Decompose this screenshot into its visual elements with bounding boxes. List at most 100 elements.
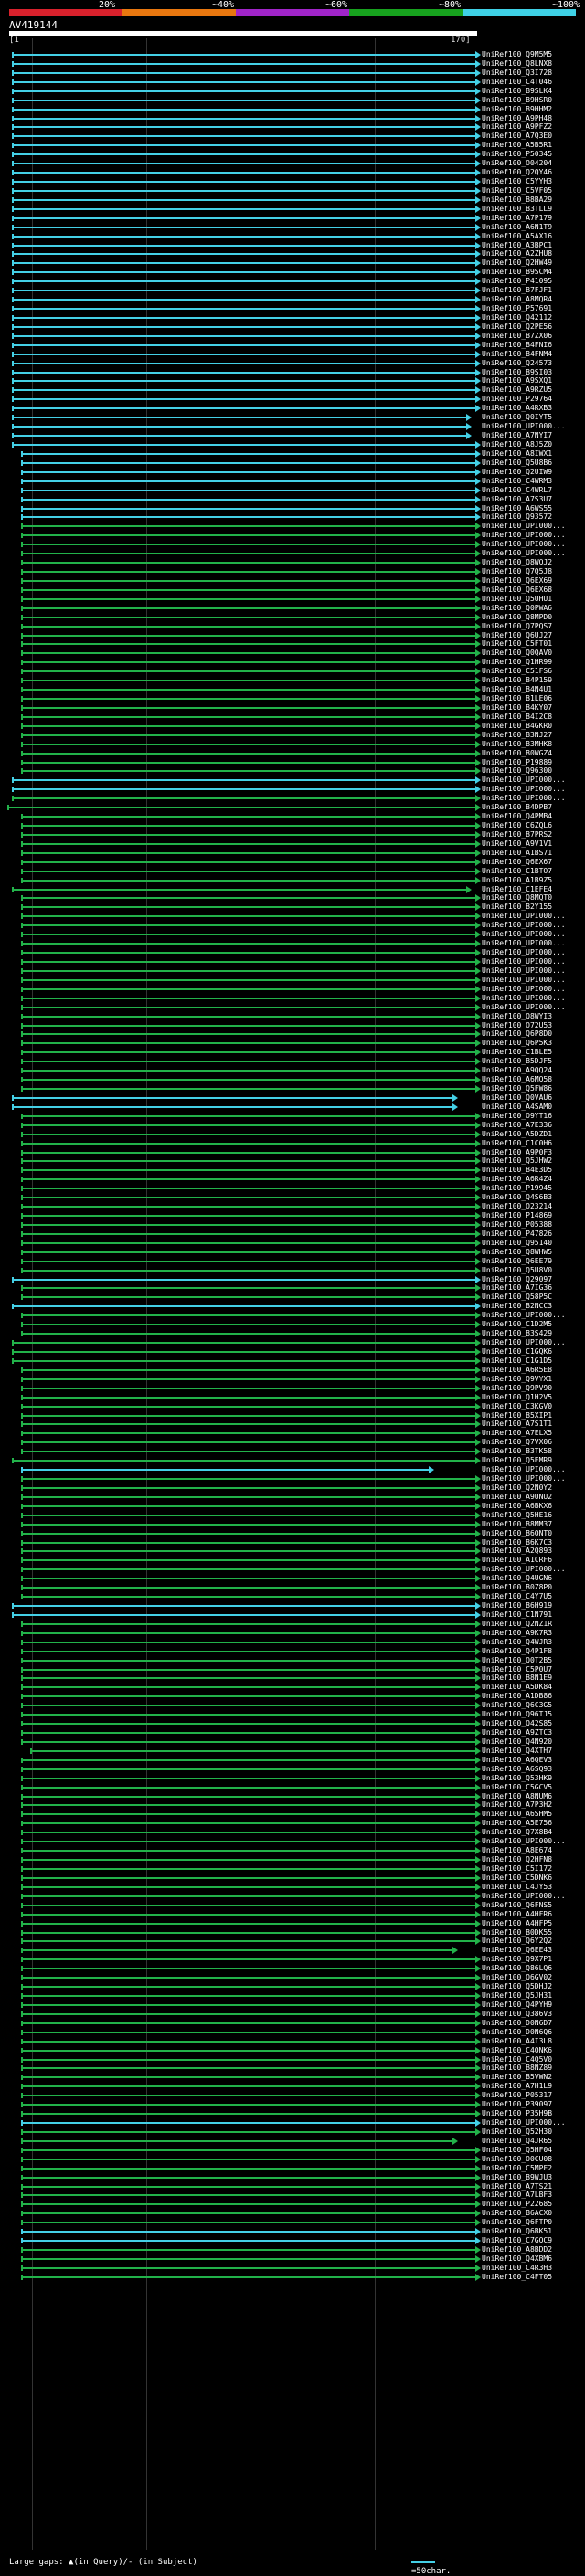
hit-label[interactable]: UniRef100_P50345 <box>482 150 552 158</box>
hit-line[interactable] <box>21 2095 475 2096</box>
hit-label[interactable]: UniRef100_UPI000... <box>482 1003 566 1011</box>
hit-label[interactable]: UniRef100_A2Q893 <box>482 1547 552 1555</box>
hit-label[interactable]: UniRef100_A9PFZ2 <box>482 122 552 131</box>
hit-line[interactable] <box>12 398 475 400</box>
hit-line[interactable] <box>21 2177 475 2179</box>
hit-label[interactable]: UniRef100_UPI000... <box>482 1892 566 1900</box>
hit-line[interactable] <box>12 1305 475 1307</box>
hit-line[interactable] <box>12 181 475 183</box>
hit-line[interactable] <box>12 444 475 446</box>
hit-label[interactable]: UniRef100_A9RZU5 <box>482 385 552 394</box>
hit-label[interactable]: UniRef100_UPI000... <box>482 422 566 430</box>
hit-line[interactable] <box>21 1406 475 1408</box>
hit-label[interactable]: UniRef100_A4HFP5 <box>482 1919 552 1927</box>
hit-label[interactable]: UniRef100_B5DJF5 <box>482 1057 552 1065</box>
hit-line[interactable] <box>21 998 475 999</box>
hit-label[interactable]: UniRef100_C7GQC9 <box>482 2236 552 2244</box>
hit-label[interactable]: UniRef100_A9P0F3 <box>482 1148 552 1156</box>
hit-label[interactable]: UniRef100_UPI000... <box>482 1565 566 1573</box>
hit-line[interactable] <box>12 236 475 238</box>
hit-label[interactable]: UniRef100_B9WJU3 <box>482 2173 552 2181</box>
hit-line[interactable] <box>21 516 475 518</box>
hit-label[interactable]: UniRef100_Q4XTH7 <box>482 1747 552 1755</box>
hit-line[interactable] <box>21 1778 475 1779</box>
hit-label[interactable]: UniRef100_Q5HF04 <box>482 2146 552 2154</box>
hit-line[interactable] <box>21 480 475 482</box>
hit-line[interactable] <box>21 490 475 491</box>
hit-line[interactable] <box>21 1714 475 1716</box>
hit-label[interactable]: UniRef100_Q9PV90 <box>482 1384 552 1392</box>
hit-label[interactable]: UniRef100_Q6C3G5 <box>482 1701 552 1709</box>
hit-label[interactable]: UniRef100_UPI000... <box>482 921 566 929</box>
hit-line[interactable] <box>21 1958 475 1960</box>
hit-label[interactable]: UniRef100_Q6FNS5 <box>482 1901 552 1909</box>
hit-line[interactable] <box>21 1115 475 1117</box>
hit-label[interactable]: UniRef100_Q6EE43 <box>482 1946 552 1954</box>
hit-line[interactable] <box>21 1025 475 1027</box>
hit-line[interactable] <box>21 852 475 854</box>
hit-label[interactable]: UniRef100_Q2HFN8 <box>482 1855 552 1863</box>
hit-label[interactable]: UniRef100_A7H1L9 <box>482 2082 552 2090</box>
hit-label[interactable]: UniRef100_P14869 <box>482 1211 552 1219</box>
hit-label[interactable]: UniRef100_A6QEV3 <box>482 1756 552 1764</box>
hit-label[interactable]: UniRef100_C1GQK6 <box>482 1347 552 1356</box>
hit-line[interactable] <box>21 1940 475 1942</box>
hit-label[interactable]: UniRef100_B7ZX06 <box>482 332 552 340</box>
hit-label[interactable]: UniRef100_B1LE06 <box>482 694 552 702</box>
hit-label[interactable]: UniRef100_P19889 <box>482 758 552 766</box>
hit-label[interactable]: UniRef100_A9UNU2 <box>482 1493 552 1501</box>
hit-line[interactable] <box>12 153 475 155</box>
hit-line[interactable] <box>12 797 475 799</box>
hit-line[interactable] <box>21 1832 475 1833</box>
hit-line[interactable] <box>12 208 475 210</box>
hit-label[interactable]: UniRef100_B3MHK8 <box>482 740 552 748</box>
hit-line[interactable] <box>21 1877 475 1879</box>
hit-label[interactable]: UniRef100_Q5U8B6 <box>482 459 552 467</box>
hit-line[interactable] <box>21 589 475 591</box>
hit-line[interactable] <box>12 335 475 337</box>
hit-line[interactable] <box>21 598 475 600</box>
hit-label[interactable]: UniRef100_A8IWX1 <box>482 449 552 458</box>
hit-line[interactable] <box>21 897 475 899</box>
hit-line[interactable] <box>21 762 475 764</box>
hit-line[interactable] <box>21 744 475 745</box>
hit-line[interactable] <box>12 380 475 382</box>
hit-line[interactable] <box>12 354 475 355</box>
hit-line[interactable] <box>21 1496 475 1498</box>
hit-line[interactable] <box>21 2085 475 2087</box>
hit-label[interactable]: UniRef100_C4WRM3 <box>482 477 552 485</box>
hit-line[interactable] <box>12 426 466 428</box>
hit-label[interactable]: UniRef100_D0N6D7 <box>482 2019 552 2027</box>
hit-label[interactable]: UniRef100_Q4XBM6 <box>482 2254 552 2263</box>
hit-label[interactable]: UniRef100_B7PRS2 <box>482 830 552 839</box>
hit-line[interactable] <box>12 245 475 247</box>
hit-label[interactable]: UniRef100_B7FJF1 <box>482 286 552 294</box>
hit-line[interactable] <box>21 861 475 863</box>
hit-label[interactable]: UniRef100_B9HSR0 <box>482 96 552 104</box>
hit-label[interactable]: UniRef100_P19945 <box>482 1184 552 1192</box>
hit-label[interactable]: UniRef100_A9SXQ1 <box>482 376 552 385</box>
hit-label[interactable]: UniRef100_B0DK55 <box>482 1928 552 1937</box>
hit-label[interactable]: UniRef100_Q1HR99 <box>482 658 552 666</box>
hit-label[interactable]: UniRef100_C5YYH3 <box>482 177 552 185</box>
hit-label[interactable]: UniRef100_B5XIP1 <box>482 1411 552 1420</box>
hit-line[interactable] <box>21 462 475 464</box>
hit-line[interactable] <box>21 1949 452 1951</box>
hit-label[interactable]: UniRef100_C6ZQL6 <box>482 821 552 829</box>
hit-label[interactable]: UniRef100_Q4P1F8 <box>482 1647 552 1655</box>
hit-label[interactable]: UniRef100_A7LBF3 <box>482 2191 552 2199</box>
hit-line[interactable] <box>21 934 475 935</box>
hit-label[interactable]: UniRef100_UPI000... <box>482 976 566 984</box>
hit-line[interactable] <box>21 1623 475 1625</box>
hit-line[interactable] <box>12 135 475 137</box>
hit-line[interactable] <box>21 1705 475 1706</box>
hit-label[interactable]: UniRef100_C5MPF2 <box>482 2164 552 2172</box>
hit-line[interactable] <box>12 779 475 781</box>
hit-line[interactable] <box>21 1905 475 1906</box>
hit-line[interactable] <box>21 2032 475 2033</box>
hit-line[interactable] <box>12 144 475 146</box>
hit-line[interactable] <box>12 72 475 74</box>
hit-label[interactable]: UniRef100_B0Z8P0 <box>482 1583 552 1591</box>
hit-line[interactable] <box>12 253 475 255</box>
hit-line[interactable] <box>12 190 475 192</box>
